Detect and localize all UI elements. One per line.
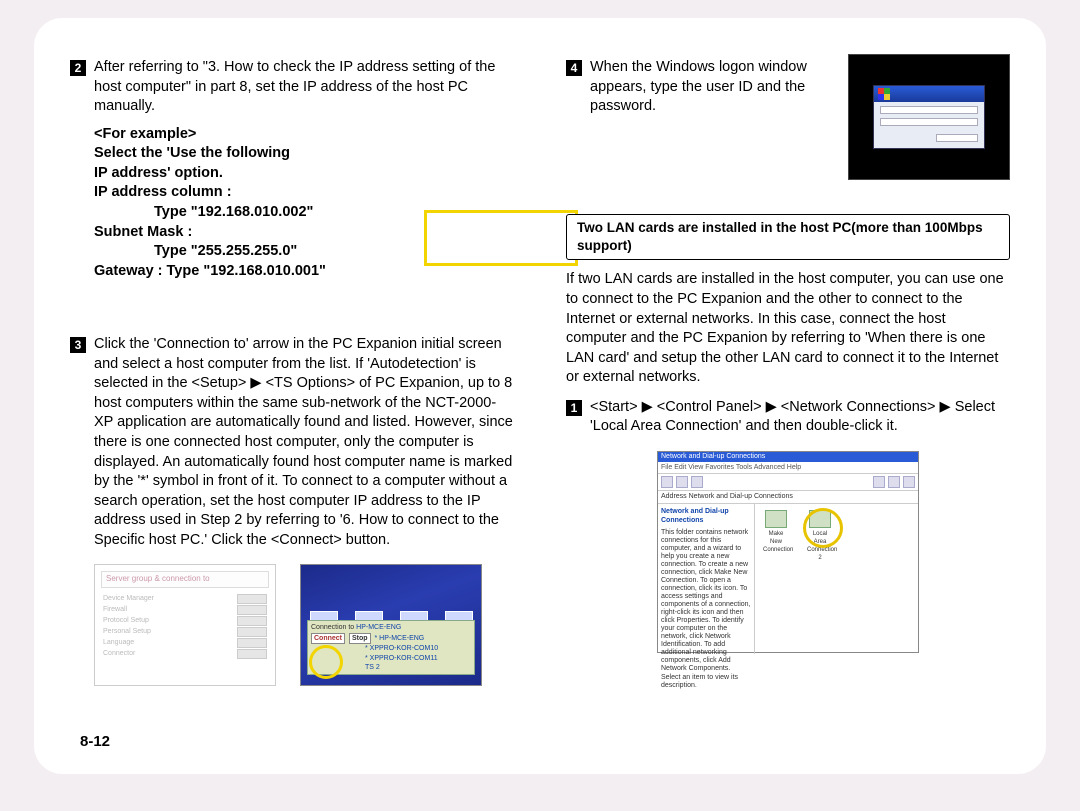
fig-row: Protocol Setup — [103, 616, 267, 626]
toolbar-button-icon — [873, 476, 885, 488]
fig-button — [237, 616, 267, 626]
right-column: 4 When the Windows logon window appears,… — [540, 58, 1036, 762]
step-text: After referring to "3. How to check the … — [94, 58, 514, 117]
step-number: 3 — [70, 337, 86, 353]
toolbar-button-icon — [676, 476, 688, 488]
example-line: IP address column : — [94, 183, 514, 203]
step-text: When the Windows logon window appears, t… — [590, 58, 836, 172]
fig-tab-header: Server group & connection to — [101, 571, 269, 588]
window-menubar: File Edit View Favorites Tools Advanced … — [658, 462, 918, 474]
step-2: 2 After referring to "3. How to check th… — [70, 58, 514, 117]
fig-button — [237, 627, 267, 637]
step-text: <Start> ▶ <Control Panel> ▶ <Network Con… — [590, 398, 1010, 437]
fig-row: Firewall — [103, 605, 267, 615]
highlight-circle-icon — [803, 508, 843, 548]
fig-row: Connector — [103, 649, 267, 659]
step-4: 4 When the Windows logon window appears,… — [566, 58, 836, 172]
fig-row: Personal Setup — [103, 627, 267, 637]
connection-icon: Make New Connection — [763, 510, 789, 554]
fig-button — [237, 649, 267, 659]
step-number: 2 — [70, 60, 86, 76]
figure-options-dialog: Server group & connection to Device Mana… — [94, 564, 276, 686]
example-line: IP address' option. — [94, 164, 514, 184]
side-panel: Network and Dial-up Connections This fol… — [658, 504, 755, 654]
section-heading-box: Two LAN cards are installed in the host … — [566, 214, 1010, 260]
button-icon — [936, 134, 978, 142]
fig-button — [237, 605, 267, 615]
figure-row: Server group & connection to Device Mana… — [94, 564, 514, 686]
figure-network-connections: Network and Dial-up Connections File Edi… — [657, 451, 919, 653]
connect-button: Connect — [311, 633, 345, 644]
page-number: 8-12 — [80, 732, 110, 752]
side-panel-header: Network and Dial-up Connections — [661, 507, 751, 526]
left-column: 2 After referring to "3. How to check th… — [44, 58, 540, 762]
step-number: 1 — [566, 400, 582, 416]
example-header: <For example> — [94, 125, 514, 145]
window-toolbar — [658, 474, 918, 491]
example-line: Select the 'Use the following — [94, 144, 514, 164]
figure-connection-screen: Connection to HP-MCE-ENG Connect Stop * … — [300, 564, 482, 686]
step-4-row: 4 When the Windows logon window appears,… — [566, 58, 1010, 180]
manual-page-spread: 2 After referring to "3. How to check th… — [34, 18, 1046, 774]
step-text: Click the 'Connection to' arrow in the P… — [94, 335, 514, 550]
stop-button: Stop — [349, 633, 371, 644]
input-line-icon — [880, 106, 978, 114]
section-paragraph: If two LAN cards are installed in the ho… — [566, 270, 1010, 387]
window-titlebar: Network and Dial-up Connections — [658, 452, 918, 462]
connection-to-label: Connection to — [311, 624, 354, 631]
logon-dialog-header — [874, 86, 984, 102]
side-panel-text: This folder contains network connections… — [661, 529, 751, 690]
connection-glyph-icon — [765, 510, 787, 528]
window-body: Network and Dial-up Connections This fol… — [658, 504, 918, 654]
icon-area: Make New Connection Local Area Connectio… — [755, 504, 918, 654]
step-number: 4 — [566, 60, 582, 76]
toolbar-button-icon — [888, 476, 900, 488]
fig-button — [237, 594, 267, 604]
fig-row: Language — [103, 638, 267, 648]
fig-row: Device Manager — [103, 594, 267, 604]
toolbar-button-icon — [661, 476, 673, 488]
toolbar-button-icon — [903, 476, 915, 488]
figure-windows-logon — [848, 54, 1010, 180]
step-1: 1 <Start> ▶ <Control Panel> ▶ <Network C… — [566, 398, 1010, 437]
windows-flag-icon — [878, 88, 890, 100]
step-3: 3 Click the 'Connection to' arrow in the… — [70, 335, 514, 550]
toolbar-button-icon — [691, 476, 703, 488]
logon-dialog — [873, 85, 985, 149]
address-bar: Address Network and Dial-up Connections — [658, 491, 918, 503]
fig-button — [237, 638, 267, 648]
input-line-icon — [880, 118, 978, 126]
